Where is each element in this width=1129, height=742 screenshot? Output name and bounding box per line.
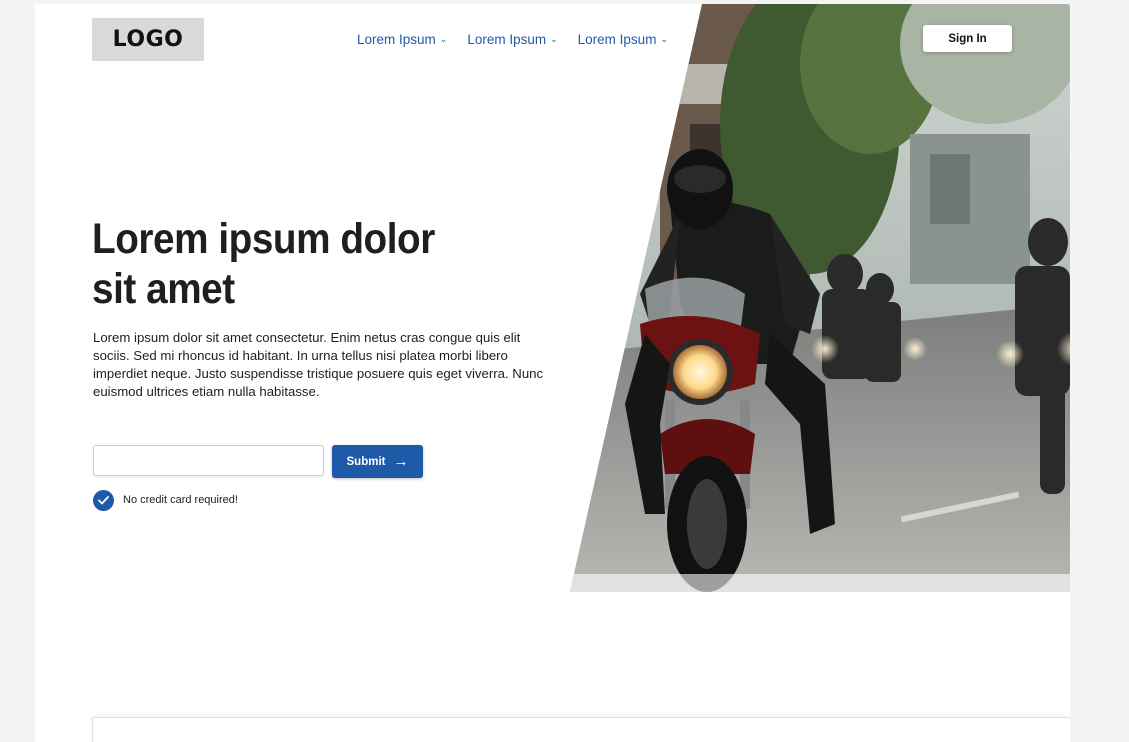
logo[interactable]: LOGO <box>92 18 204 61</box>
nav-item-label: Lorem Ipsum <box>357 32 436 47</box>
email-input[interactable] <box>93 445 324 476</box>
nav-item-2[interactable]: Lorem Ipsum ⌄ <box>467 32 557 47</box>
nav-item-1[interactable]: Lorem Ipsum ⌄ <box>357 32 447 47</box>
hero-title-line-1: Lorem ipsum dolor <box>92 215 435 263</box>
hero-title-line-2: sit amet <box>92 265 235 313</box>
submit-label: Submit <box>346 455 386 468</box>
sign-in-button[interactable]: Sign In <box>923 25 1012 52</box>
nav-item-label: Lorem Ipsum <box>467 32 547 47</box>
chevron-down-icon: ⌄ <box>550 34 558 44</box>
check-circle-icon <box>93 490 114 511</box>
hero-description: Lorem ipsum dolor sit amet consectetur. … <box>93 330 544 399</box>
nav-item-3[interactable]: Lorem Ipsum ⌄ <box>578 32 668 47</box>
arrow-right-icon: → <box>393 453 409 470</box>
submit-button[interactable]: Submit → <box>332 445 423 478</box>
hero-title: Lorem ipsum dolor sit amet <box>92 214 470 314</box>
chevron-down-icon: ⌄ <box>660 34 668 44</box>
no-credit-card-note: No credit card required! <box>123 494 238 506</box>
nav-item-label: Lorem Ipsum <box>577 32 657 47</box>
main-nav: Lorem Ipsum ⌄ Lorem Ipsum ⌄ Lorem Ipsum … <box>357 32 688 47</box>
hero-image <box>570 4 1070 592</box>
chevron-down-icon: ⌄ <box>439 34 448 44</box>
landing-page: LOGO Lorem Ipsum ⌄ Lorem Ipsum ⌄ Lorem I… <box>35 4 1070 742</box>
content-card <box>92 717 1070 742</box>
